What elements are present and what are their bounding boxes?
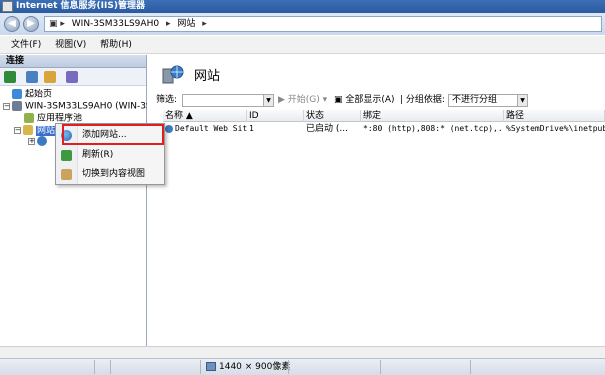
show-all-button[interactable]: ▣ 全部显示(A) xyxy=(334,92,395,109)
column-status[interactable]: 状态 xyxy=(304,110,361,122)
menu-item-refresh[interactable]: 刷新(R) xyxy=(56,146,164,164)
chevron-down-icon: ▼ xyxy=(517,95,527,106)
connections-toolbar xyxy=(0,68,146,86)
cell-status: 已启动 (... xyxy=(306,124,348,134)
connect-icon[interactable] xyxy=(4,71,16,83)
window-title: Internet 信息服务(IIS)管理器 xyxy=(16,1,145,11)
sites-folder-icon xyxy=(23,125,33,135)
column-id[interactable]: ID xyxy=(247,110,304,122)
expand-icon[interactable]: + xyxy=(28,137,35,145)
connections-header: 连接 xyxy=(0,55,146,68)
chevron-down-icon: ▼ xyxy=(263,95,273,106)
highlight-box xyxy=(62,124,164,145)
window-title-bar: Internet 信息服务(IIS)管理器 xyxy=(0,0,605,13)
main-content: 网站 筛选: ▼ ▶ 开始(G) ▾ ▣ 全部显示(A) | 分组依据: 不进行… xyxy=(148,55,605,346)
remove-connection-icon[interactable] xyxy=(66,71,78,83)
collapse-icon[interactable]: − xyxy=(14,126,21,134)
start-button[interactable]: ▶ 开始(G) ▾ xyxy=(278,92,327,109)
menu-help[interactable]: 帮助(H) xyxy=(100,36,132,54)
cell-name: Default Web Site xyxy=(163,123,247,135)
filter-label: 筛选: xyxy=(156,95,178,105)
forward-button[interactable]: ▶ xyxy=(23,16,39,32)
status-bar xyxy=(0,346,605,358)
filter-toolbar: 筛选: ▼ ▶ 开始(G) ▾ ▣ 全部显示(A) | 分组依据: 不进行分组 ▼ xyxy=(156,92,605,109)
app-pool-icon xyxy=(24,113,34,123)
cell-path: %SystemDrive%\inetpub\w xyxy=(506,124,605,133)
cell-binding: *:80 (http),808:* (net.tcp),... xyxy=(363,124,504,133)
iis-app-icon xyxy=(2,1,13,12)
menu-bar: 文件(F) 视图(V) 帮助(H) xyxy=(0,36,605,54)
tree-item-start-page[interactable]: 起始页 xyxy=(0,89,147,100)
collapse-icon[interactable]: − xyxy=(3,102,10,110)
menu-view[interactable]: 视图(V) xyxy=(55,36,86,54)
cell-id: 1 xyxy=(249,124,254,133)
group-by-label: | 分组依据: xyxy=(400,95,445,105)
menu-item-content-view[interactable]: 切换到内容视图 xyxy=(56,165,164,183)
connections-pane: 连接 起始页 −WIN-3SM33LS9AH0 (WIN-3SM33 应用程序池… xyxy=(0,55,147,346)
column-name[interactable]: 名称 ▲ xyxy=(163,110,247,122)
navigation-bar: ◀ ▶ ▣ ▸ WIN-3SM33LS9AH0 ▸ 网站 ▸ xyxy=(0,13,605,35)
server-icon xyxy=(12,101,22,111)
menu-file[interactable]: 文件(F) xyxy=(11,36,41,54)
refresh-icon xyxy=(61,150,72,161)
resolution-label: 1440 × 900像素 xyxy=(206,361,290,374)
table-row[interactable]: Default Web Site 1 已启动 (... *:80 (http),… xyxy=(163,123,605,135)
table-header: 名称 ▲ ID 状态 绑定 路径 xyxy=(163,110,605,122)
bottom-status-strip: 1440 × 900像素 xyxy=(0,358,605,375)
up-level-icon[interactable] xyxy=(44,71,56,83)
tree-item-server[interactable]: −WIN-3SM33LS9AH0 (WIN-3SM33 xyxy=(0,101,147,112)
breadcrumb-sites[interactable]: 网站 xyxy=(177,19,195,29)
start-page-icon xyxy=(12,89,22,99)
address-root-icon: ▣ ▸ xyxy=(49,19,65,29)
breadcrumb-server[interactable]: WIN-3SM33LS9AH0 xyxy=(72,19,159,29)
website-icon xyxy=(37,136,47,146)
website-icon xyxy=(165,124,173,133)
monitor-icon xyxy=(206,362,216,371)
back-button[interactable]: ◀ xyxy=(4,16,20,32)
column-binding[interactable]: 绑定 xyxy=(361,110,504,122)
address-bar[interactable]: ▣ ▸ WIN-3SM33LS9AH0 ▸ 网站 ▸ xyxy=(44,16,602,32)
page-title: 网站 xyxy=(194,69,221,84)
filter-input[interactable]: ▼ xyxy=(182,94,274,107)
content-view-icon xyxy=(61,169,72,180)
save-icon[interactable] xyxy=(26,71,38,83)
column-path[interactable]: 路径 xyxy=(504,110,605,122)
group-by-select[interactable]: 不进行分组 ▼ xyxy=(448,94,528,107)
sites-icon xyxy=(162,65,184,84)
